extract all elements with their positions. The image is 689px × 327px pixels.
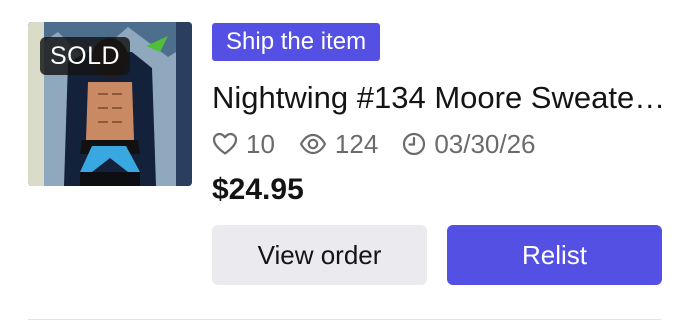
listing-card[interactable]: SOLD Ship the item Nightwing #134 Moore … [0,0,689,327]
likes-stat: 10 [212,129,275,160]
relist-button[interactable]: Relist [447,225,662,285]
listing-price: $24.95 [212,173,304,206]
eye-icon [299,133,327,155]
sold-badge: SOLD [40,37,131,75]
clock-icon [403,132,426,156]
status-badge: Ship the item [212,23,381,61]
view-order-button[interactable]: View order [212,225,427,285]
date-stat: 03/30/26 [402,128,536,160]
views-stat: 124 [299,129,378,160]
divider [28,319,661,320]
heart-icon [212,132,238,155]
views-count: 124 [334,128,379,159]
listing-date: 03/30/26 [434,128,536,159]
listing-stats: 10 124 03/30/26 [212,126,560,162]
likes-count: 10 [246,128,275,159]
listing-title[interactable]: Nightwing #134 Moore Sweate… [212,78,667,118]
